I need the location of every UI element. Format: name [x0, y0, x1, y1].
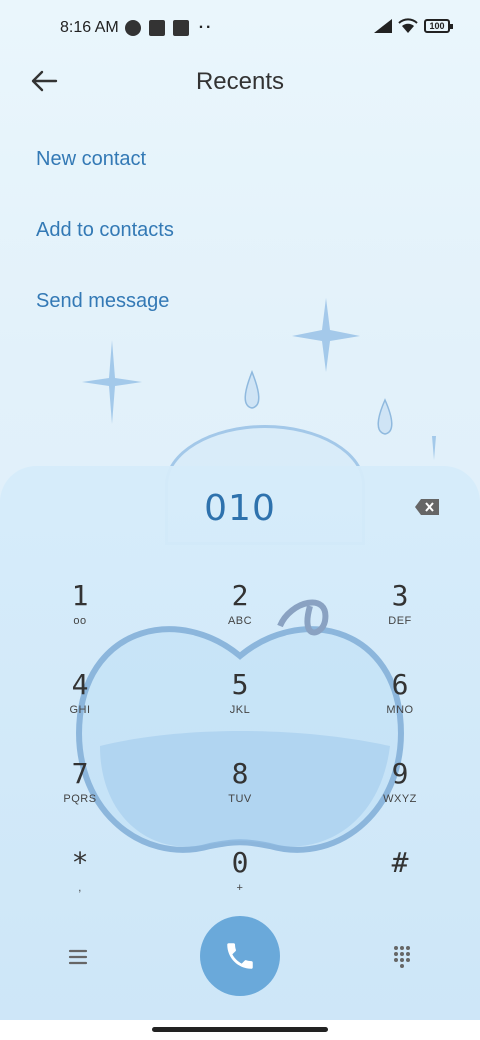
dialer-bottom-bar — [0, 914, 480, 1004]
key-digit: 9 — [391, 757, 409, 790]
key-digit: 4 — [71, 668, 89, 701]
backspace-icon — [415, 499, 439, 515]
keypad: 1 oo 2 ABC 3 DEF 4 GHI 5 JKL 6 MNO 7 PQR… — [0, 578, 480, 918]
key-4[interactable]: 4 GHI — [20, 667, 140, 747]
key-letters: + — [236, 882, 244, 894]
key-letters: MNO — [386, 704, 414, 716]
key-digit: 7 — [71, 757, 89, 790]
home-indicator[interactable] — [152, 1027, 328, 1032]
battery-icon: 100 — [424, 19, 453, 33]
key-digit: # — [391, 846, 409, 879]
new-contact-link[interactable]: New contact — [36, 148, 146, 171]
menu-button[interactable] — [68, 948, 88, 966]
more-notifications-indicator: ·· — [198, 19, 214, 36]
key-star[interactable]: * , — [20, 845, 140, 925]
menu-icon — [68, 949, 88, 965]
dialed-number: 010 — [204, 488, 276, 529]
key-1[interactable]: 1 oo — [20, 578, 140, 658]
vpn-icon — [124, 20, 141, 36]
send-message-link[interactable]: Send message — [36, 290, 169, 313]
key-6[interactable]: 6 MNO — [340, 667, 460, 747]
key-8[interactable]: 8 TUV — [180, 756, 300, 836]
voicemail-icon: oo — [73, 615, 87, 627]
key-5[interactable]: 5 JKL — [180, 667, 300, 747]
key-letters: WXYZ — [383, 793, 417, 805]
key-digit: 8 — [231, 757, 249, 790]
key-digit: 6 — [391, 668, 409, 701]
key-hash[interactable]: # — [340, 845, 460, 925]
dialer-sheet: 010 1 oo 2 ABC 3 DEF 4 GHI 5 JKL 6 MNO 7… — [0, 466, 480, 1020]
page-title: Recents — [195, 68, 285, 95]
header: Recents — [0, 56, 480, 106]
key-0[interactable]: 0 + — [180, 845, 300, 925]
wifi-icon — [398, 18, 418, 33]
key-letters: PQRS — [63, 793, 97, 805]
key-digit: 1 — [71, 579, 89, 612]
delete-button[interactable] — [414, 498, 440, 516]
key-3[interactable]: 3 DEF — [340, 578, 460, 658]
status-bar: 8:16 AM ·· 100 — [0, 0, 480, 56]
square-icon — [148, 20, 165, 36]
key-digit: 2 — [231, 579, 249, 612]
key-letters: ABC — [227, 615, 253, 627]
dialpad-toggle-button[interactable] — [392, 944, 412, 968]
key-letters: , — [78, 882, 82, 894]
signal-icon — [374, 19, 392, 33]
navigation-bar — [0, 1020, 480, 1040]
key-2[interactable]: 2 ABC — [180, 578, 300, 658]
key-7[interactable]: 7 PQRS — [20, 756, 140, 836]
key-9[interactable]: 9 WXYZ — [340, 756, 460, 836]
key-digit: * — [71, 846, 89, 879]
dialpad-icon — [394, 946, 410, 968]
key-letters: DEF — [388, 615, 412, 627]
key-digit: 3 — [391, 579, 409, 612]
key-letters: TUV — [228, 793, 252, 805]
key-letters: GHI — [69, 704, 91, 716]
status-right: 100 — [374, 18, 453, 34]
status-time: 8:16 AM — [60, 19, 119, 36]
key-digit: 0 — [231, 846, 249, 879]
key-digit: 5 — [231, 668, 249, 701]
phone-icon — [227, 943, 253, 969]
call-button[interactable] — [200, 916, 280, 996]
upload-icon — [172, 20, 189, 36]
key-letters: JKL — [229, 704, 251, 716]
add-to-contacts-link[interactable]: Add to contacts — [36, 219, 174, 242]
